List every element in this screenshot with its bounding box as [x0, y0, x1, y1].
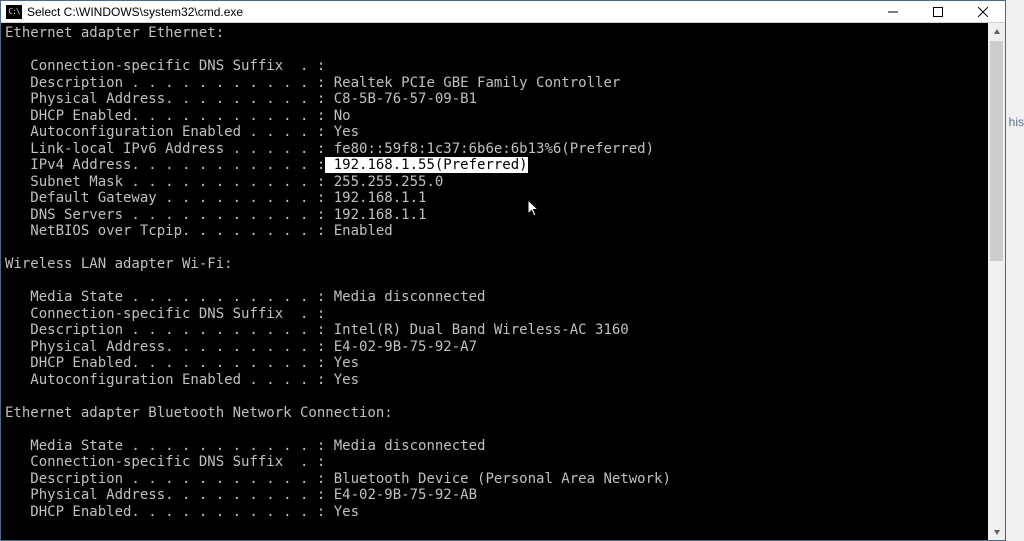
property-label: DNS Servers . . . . . . . . . . . : [5, 207, 325, 223]
property-label: NetBIOS over Tcpip. . . . . . . . : [5, 223, 325, 239]
vertical-scrollbar[interactable] [988, 23, 1005, 540]
property-value: No [325, 108, 350, 124]
property-value: 255.255.255.0 [325, 174, 443, 190]
property-label: Subnet Mask . . . . . . . . . . . : [5, 174, 325, 190]
property-value: Yes [325, 124, 359, 140]
scroll-up-button[interactable] [988, 23, 1005, 40]
property-label: Default Gateway . . . . . . . . . : [5, 190, 325, 206]
property-value: Yes [325, 372, 359, 388]
maximize-button[interactable] [915, 1, 960, 23]
property-value: C8-5B-76-57-09-B1 [325, 91, 477, 107]
window-title: Select C:\WINDOWS\system32\cmd.exe [27, 5, 870, 19]
adapter-header: Ethernet adapter Bluetooth Network Conne… [5, 405, 393, 421]
property-label: Physical Address. . . . . . . . . : [5, 91, 325, 107]
titlebar[interactable]: C:\ Select C:\WINDOWS\system32\cmd.exe [1, 1, 1005, 23]
property-value: Enabled [325, 223, 392, 239]
scroll-down-button[interactable] [988, 523, 1005, 540]
property-value: 192.168.1.1 [325, 190, 426, 206]
property-label: Autoconfiguration Enabled . . . . : [5, 124, 325, 140]
cmd-icon: C:\ [6, 5, 22, 19]
property-label: Connection-specific DNS Suffix . : [5, 454, 325, 470]
property-label: Connection-specific DNS Suffix . : [5, 306, 325, 322]
property-value-selected[interactable]: 192.168.1.55(Preferred) [325, 157, 527, 173]
property-value: 192.168.1.1 [325, 207, 426, 223]
property-value: Media disconnected [325, 438, 485, 454]
background-text: his [1009, 115, 1024, 129]
property-value: Intel(R) Dual Band Wireless-AC 3160 [325, 322, 628, 338]
adapter-header: Ethernet adapter Ethernet: [5, 25, 224, 41]
property-label: Media State . . . . . . . . . . . : [5, 289, 325, 305]
property-value: E4-02-9B-75-92-AB [325, 487, 477, 503]
console-area: Ethernet adapter Ethernet: Connection-sp… [1, 23, 1005, 540]
property-label: Description . . . . . . . . . . . : [5, 75, 325, 91]
property-label: DHCP Enabled. . . . . . . . . . . : [5, 504, 325, 520]
property-label: Description . . . . . . . . . . . : [5, 471, 325, 487]
cmd-window: C:\ Select C:\WINDOWS\system32\cmd.exe E… [0, 0, 1006, 541]
property-label: Description . . . . . . . . . . . : [5, 322, 325, 338]
property-label: Physical Address. . . . . . . . . : [5, 487, 325, 503]
property-label: Autoconfiguration Enabled . . . . : [5, 372, 325, 388]
property-label: IPv4 Address. . . . . . . . . . . : [5, 157, 325, 173]
adapter-header: Wireless LAN adapter Wi-Fi: [5, 256, 233, 272]
property-value: Yes [325, 355, 359, 371]
property-label: Media State . . . . . . . . . . . : [5, 438, 325, 454]
scroll-thumb[interactable] [990, 41, 1003, 261]
property-value: Bluetooth Device (Personal Area Network) [325, 471, 671, 487]
property-label: Connection-specific DNS Suffix . : [5, 58, 325, 74]
property-value: Media disconnected [325, 289, 485, 305]
close-button[interactable] [960, 1, 1005, 23]
property-label: DHCP Enabled. . . . . . . . . . . : [5, 355, 325, 371]
property-value: fe80::59f8:1c37:6b6e:6b13%6(Preferred) [325, 141, 654, 157]
property-label: Physical Address. . . . . . . . . : [5, 339, 325, 355]
property-value: E4-02-9B-75-92-A7 [325, 339, 477, 355]
property-label: Link-local IPv6 Address . . . . . : [5, 141, 325, 157]
property-value: Yes [325, 504, 359, 520]
property-value: Realtek PCIe GBE Family Controller [325, 75, 620, 91]
minimize-button[interactable] [870, 1, 915, 23]
console-output[interactable]: Ethernet adapter Ethernet: Connection-sp… [1, 23, 988, 540]
property-label: DHCP Enabled. . . . . . . . . . . : [5, 108, 325, 124]
